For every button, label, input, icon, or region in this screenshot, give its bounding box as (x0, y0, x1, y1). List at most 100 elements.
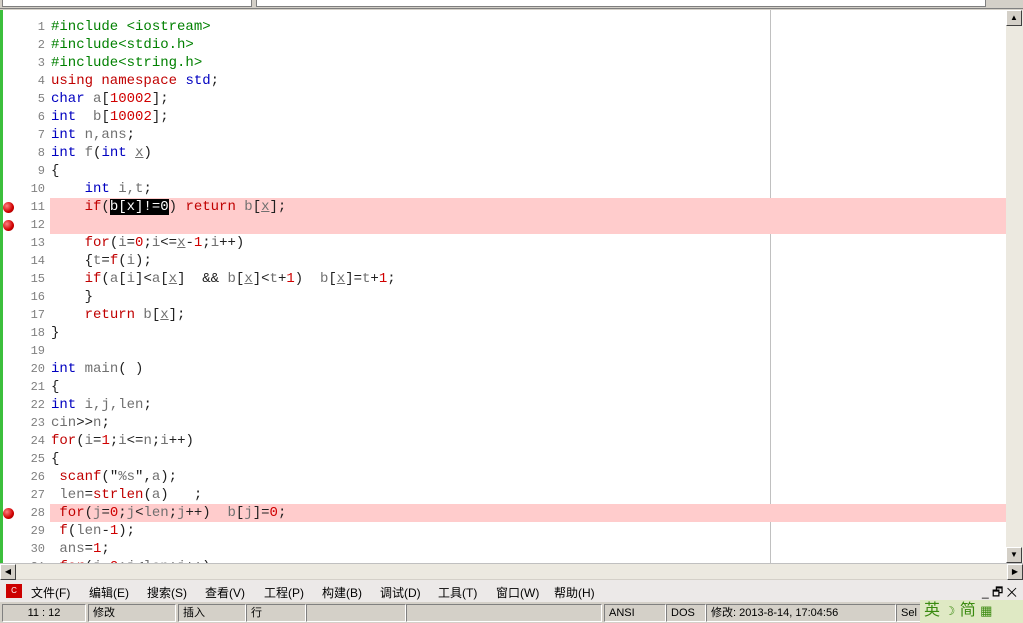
menu-tools[interactable]: 工具(T) (438, 584, 477, 601)
line-number: 15 (30, 272, 45, 286)
code-token: 1 (378, 271, 388, 287)
code-token: int (51, 397, 77, 413)
breakpoint-icon[interactable] (3, 220, 14, 231)
code-line[interactable]: 21 { (0, 378, 1006, 396)
code-token: int (51, 109, 77, 125)
scroll-right-icon[interactable]: ▶ (1007, 564, 1023, 580)
code-editor[interactable]: 1 #include <iostream> 2 #include<stdio.h> 3 #… (0, 10, 1006, 563)
line-number: 4 (37, 74, 45, 88)
menu-file[interactable]: 文件(F) (31, 584, 70, 601)
close-icon[interactable]: ✕ (1007, 585, 1017, 599)
code-token: a (109, 271, 119, 287)
restore-icon[interactable]: 🗗 (992, 585, 1003, 599)
code-line[interactable]: 15 if(a[i]<a[x] && b[x]<t+1) b[x]=t+1; (0, 270, 1006, 288)
code-token: f (76, 145, 94, 161)
code-line[interactable]: 18} (0, 324, 1006, 342)
line-number: 23 (30, 416, 45, 430)
code-token: 10002 (109, 91, 152, 107)
ime-language[interactable]: 英 (924, 602, 940, 619)
code-line[interactable]: 23 cin>>n; (0, 414, 1006, 432)
code-line[interactable]: 10 int i,t; (0, 180, 1006, 198)
code-line[interactable]: 1 #include <iostream> (0, 18, 1006, 36)
ime-toolbar[interactable]: 英 ☽ 简 ▦ (920, 600, 1023, 623)
code-line[interactable]: 12 (0, 216, 1006, 234)
code-line[interactable]: 6 int b[10002]; (0, 108, 1006, 126)
code-token: ++) (219, 235, 245, 251)
code-token: 1 (109, 523, 119, 539)
code-line[interactable]: 16 } (0, 288, 1006, 306)
code-line[interactable]: 29 f(len-1); (0, 522, 1006, 540)
toolbar (0, 0, 1023, 9)
code-token: i,j,len (76, 397, 144, 413)
code-line[interactable]: 19 (0, 342, 1006, 360)
code-line[interactable]: 5 char a[10002]; (0, 90, 1006, 108)
code-token: b (235, 199, 253, 215)
scroll-down-icon[interactable]: ▼ (1006, 547, 1022, 563)
menu-window[interactable]: 窗口(W) (496, 584, 539, 601)
code-line[interactable]: 13 for(i=0;i<=x-1;i++) (0, 234, 1006, 252)
code-line[interactable]: 2 #include<stdio.h> (0, 36, 1006, 54)
code-token: b (227, 271, 236, 287)
code-line[interactable]: 8 int f(int x) (0, 144, 1006, 162)
code-line[interactable]: 3 #include<string.h> (0, 54, 1006, 72)
code-token: ; (143, 397, 152, 413)
code-token: ) (294, 271, 320, 287)
code-line[interactable]: 27 len=strlen(a) ; (0, 486, 1006, 504)
menu-edit[interactable]: 编辑(E) (89, 584, 129, 601)
line-number: 20 (30, 362, 45, 376)
line-number: 11 (30, 200, 45, 214)
code-token: ; (387, 271, 396, 287)
line-number: 22 (30, 398, 45, 412)
menu-debug[interactable]: 调试(D) (380, 584, 421, 601)
code-token: - (101, 523, 110, 539)
code-token: f (109, 253, 119, 269)
code-text: using namespace std; (50, 72, 1006, 90)
code-line[interactable]: 30 ans=1; (0, 540, 1006, 558)
code-line[interactable]: 11 if(b[x]!=0) return b[x]; (0, 198, 1006, 216)
code-token: ans (51, 541, 85, 557)
code-line[interactable]: 17 return b[x]; (0, 306, 1006, 324)
menu-help[interactable]: 帮助(H) (554, 584, 595, 601)
code-line[interactable]: 4 using namespace std; (0, 72, 1006, 90)
minimize-icon[interactable]: _ (982, 585, 989, 599)
code-token: i (126, 253, 136, 269)
code-line[interactable]: 28 for(j=0;j<len;j++) b[j]=0; (0, 504, 1006, 522)
code-token: using namespace (51, 73, 178, 89)
scroll-left-icon[interactable]: ◀ (0, 564, 16, 580)
code-line[interactable]: 26 scanf("%s",a); (0, 468, 1006, 486)
scroll-up-icon[interactable]: ▲ (1006, 10, 1022, 26)
code-line[interactable]: 7 int n,ans; (0, 126, 1006, 144)
keyboard-icon[interactable]: ▦ (980, 603, 992, 618)
code-token: t (269, 271, 278, 287)
menu-project[interactable]: 工程(P) (264, 584, 304, 601)
class-combo[interactable] (2, 0, 252, 7)
code-line[interactable]: 14 {t=f(i); (0, 252, 1006, 270)
horizontal-scrollbar[interactable]: ◀ ▶ (0, 563, 1023, 580)
code-line[interactable]: 9{ (0, 162, 1006, 180)
menu-build[interactable]: 构建(B) (322, 584, 362, 601)
code-token: b (135, 307, 152, 323)
code-text: { (50, 450, 1006, 468)
function-combo[interactable] (256, 0, 986, 7)
code-token: x (261, 199, 270, 215)
code-line[interactable]: 22 int i,j,len; (0, 396, 1006, 414)
vertical-scrollbar[interactable]: ▲ ▼ (1006, 10, 1023, 563)
code-token: len (76, 523, 102, 539)
breakpoint-icon[interactable] (3, 508, 14, 519)
code-line[interactable]: 25 { (0, 450, 1006, 468)
code-line[interactable]: 24 for(i=1;i<=n;i++) (0, 432, 1006, 450)
code-text: int f(int x) (50, 144, 1006, 162)
menu-search[interactable]: 搜索(S) (147, 584, 187, 601)
code-token: (" (101, 469, 119, 485)
code-token: ; (277, 505, 287, 521)
line-number: 1 (37, 20, 45, 34)
code-token: ]< (135, 271, 152, 287)
code-line[interactable]: 20 int main( ) (0, 360, 1006, 378)
ime-mode[interactable]: 简 (960, 602, 976, 619)
app-icon[interactable]: C (6, 584, 22, 598)
code-token: ; (210, 73, 220, 89)
menu-view[interactable]: 查看(V) (205, 584, 245, 601)
breakpoint-icon[interactable] (3, 202, 14, 213)
